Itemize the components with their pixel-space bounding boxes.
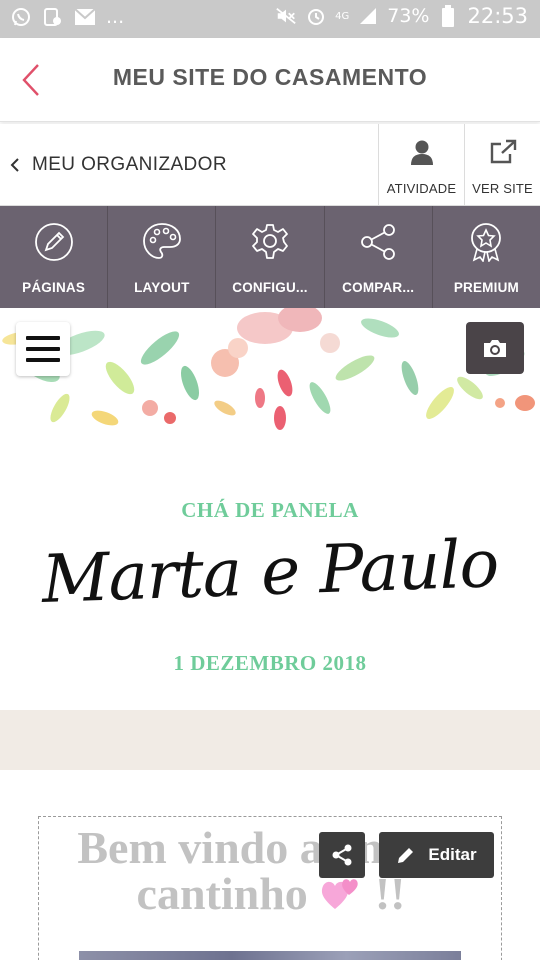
pencil-icon <box>398 848 414 863</box>
tab-layout[interactable]: LAYOUT <box>108 206 217 308</box>
hamburger-menu-icon <box>26 336 60 340</box>
share-block-button[interactable] <box>319 832 365 878</box>
tab-share-label: COMPAR... <box>342 280 415 295</box>
pencil-icon <box>32 220 76 264</box>
tab-settings-label: CONFIGU... <box>232 280 308 295</box>
welcome-line-2: cantinho !! <box>39 868 501 921</box>
tab-layout-label: LAYOUT <box>134 280 190 295</box>
tab-premium-label: PREMIUM <box>453 280 519 295</box>
edit-block-button[interactable]: Editar <box>379 832 494 878</box>
app-header: MEU SITE DO CASAMENTO <box>0 38 540 122</box>
view-site-button[interactable]: VER SITE <box>464 124 540 206</box>
site-banner: CHÁ DE PANELA Marta e Paulo 1 DEZEMBRO 2… <box>0 308 540 710</box>
gear-icon <box>248 220 292 264</box>
tab-settings[interactable]: CONFIGU... <box>216 206 325 308</box>
floral-decoration <box>2 308 535 430</box>
my-organizer-label: MEU ORGANIZADOR <box>32 154 227 175</box>
change-photo-button[interactable] <box>466 322 524 374</box>
tab-share[interactable]: COMPAR... <box>325 206 433 308</box>
my-organizer-link[interactable]: MEU ORGANIZADOR <box>0 124 378 206</box>
share-icon <box>356 220 400 264</box>
whatsapp-icon <box>10 6 32 28</box>
signal-icon <box>357 5 379 27</box>
award-star-icon <box>464 220 508 264</box>
editor-toolbar: PÁGINAS LAYOUT CONFIGU... COMPAR... PREM… <box>0 206 540 308</box>
mute-icon <box>275 5 297 27</box>
tab-pages[interactable]: PÁGINAS <box>0 206 109 308</box>
activity-label: ATIVIDADE <box>386 181 457 196</box>
clock: 22:53 <box>467 4 528 28</box>
event-date: 1 DEZEMBRO 2018 <box>173 651 367 675</box>
organizer-bar: MEU ORGANIZADOR ATIVIDADE VER SITE <box>0 124 540 206</box>
gmail-icon <box>74 6 96 28</box>
alarm-icon <box>305 5 327 27</box>
hearts-icon <box>319 873 363 921</box>
bluetooth-device-icon <box>42 6 64 28</box>
event-type: CHÁ DE PANELA <box>181 498 359 522</box>
camera-icon <box>484 340 506 357</box>
person-icon <box>410 137 434 167</box>
page-title: MEU SITE DO CASAMENTO <box>112 64 428 90</box>
section-divider <box>0 710 540 770</box>
hamburger-menu-button[interactable] <box>16 322 70 376</box>
activity-button[interactable]: ATIVIDADE <box>378 124 464 206</box>
4g-icon: 4G <box>335 10 350 22</box>
external-link-icon <box>489 137 517 167</box>
status-bar-system: 4G 73% 22:53 <box>275 4 528 28</box>
welcome-line-2-text: cantinho <box>136 868 308 919</box>
more-dots-icon: ... <box>106 6 125 28</box>
welcome-photo <box>79 951 461 960</box>
status-bar-notifications: ... <box>10 6 124 28</box>
chevron-left-icon <box>8 157 26 173</box>
share-icon <box>332 844 352 866</box>
battery-percent: 73% <box>387 5 430 27</box>
palette-icon <box>140 220 184 264</box>
status-bar: ... 4G 73% 22:53 <box>0 0 540 38</box>
battery-icon <box>437 5 459 27</box>
view-site-label: VER SITE <box>472 181 533 196</box>
tab-pages-label: PÁGINAS <box>22 280 86 295</box>
couple-names: Marta e Paulo <box>40 525 500 618</box>
tab-premium[interactable]: PREMIUM <box>433 206 540 308</box>
edit-label: Editar <box>428 845 477 864</box>
